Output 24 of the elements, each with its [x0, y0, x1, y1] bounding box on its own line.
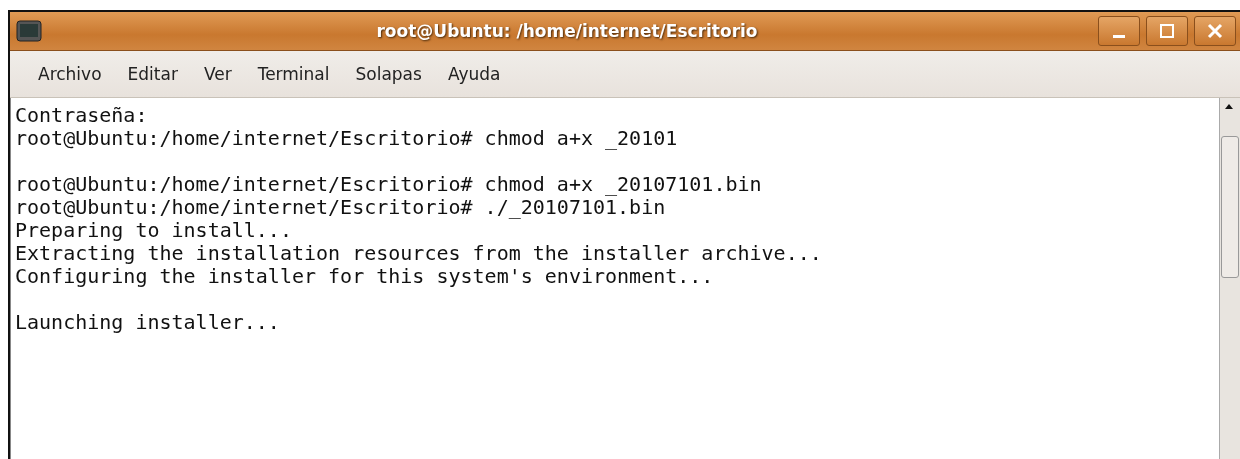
scrollbar-thumb[interactable] [1221, 136, 1239, 278]
minimize-icon [1113, 34, 1125, 38]
terminal-line: Preparing to install... [15, 219, 293, 242]
maximize-button[interactable] [1146, 16, 1188, 46]
terminal-line: root@Ubuntu:/home/internet/Escritorio# ./_20107101.bin [15, 196, 666, 219]
minimize-button[interactable] [1098, 16, 1140, 46]
terminal-line: Extracting the installation resources from the installer archive... [15, 242, 823, 265]
menu-item[interactable]: Solapas [355, 64, 422, 84]
window-title: root@Ubuntu: /home/internet/Escritorio [375, 21, 759, 41]
menu-item[interactable]: Editar [127, 64, 178, 84]
terminal-icon [16, 20, 42, 42]
close-icon [1207, 23, 1223, 39]
menu-item[interactable]: Ayuda [447, 64, 501, 84]
close-button[interactable] [1194, 16, 1236, 46]
menu-item[interactable]: Ver [203, 64, 232, 84]
menu-item[interactable]: Terminal [257, 64, 330, 84]
menu-item[interactable]: Archivo [38, 64, 102, 84]
maximize-icon [1159, 23, 1175, 39]
terminal-line: root@Ubuntu:/home/internet/Escritorio# chmod a+x _20107101.bin [15, 173, 763, 196]
terminal-line: root@Ubuntu:/home/internet/Escritorio# chmod a+x _20101 [15, 127, 679, 150]
terminal-line: Contraseña: [15, 104, 149, 127]
scrollbar[interactable] [1219, 98, 1240, 459]
terminal-line: Configuring the installer for this system's environment... [15, 265, 715, 288]
terminal-line: Launching installer... [15, 311, 281, 334]
